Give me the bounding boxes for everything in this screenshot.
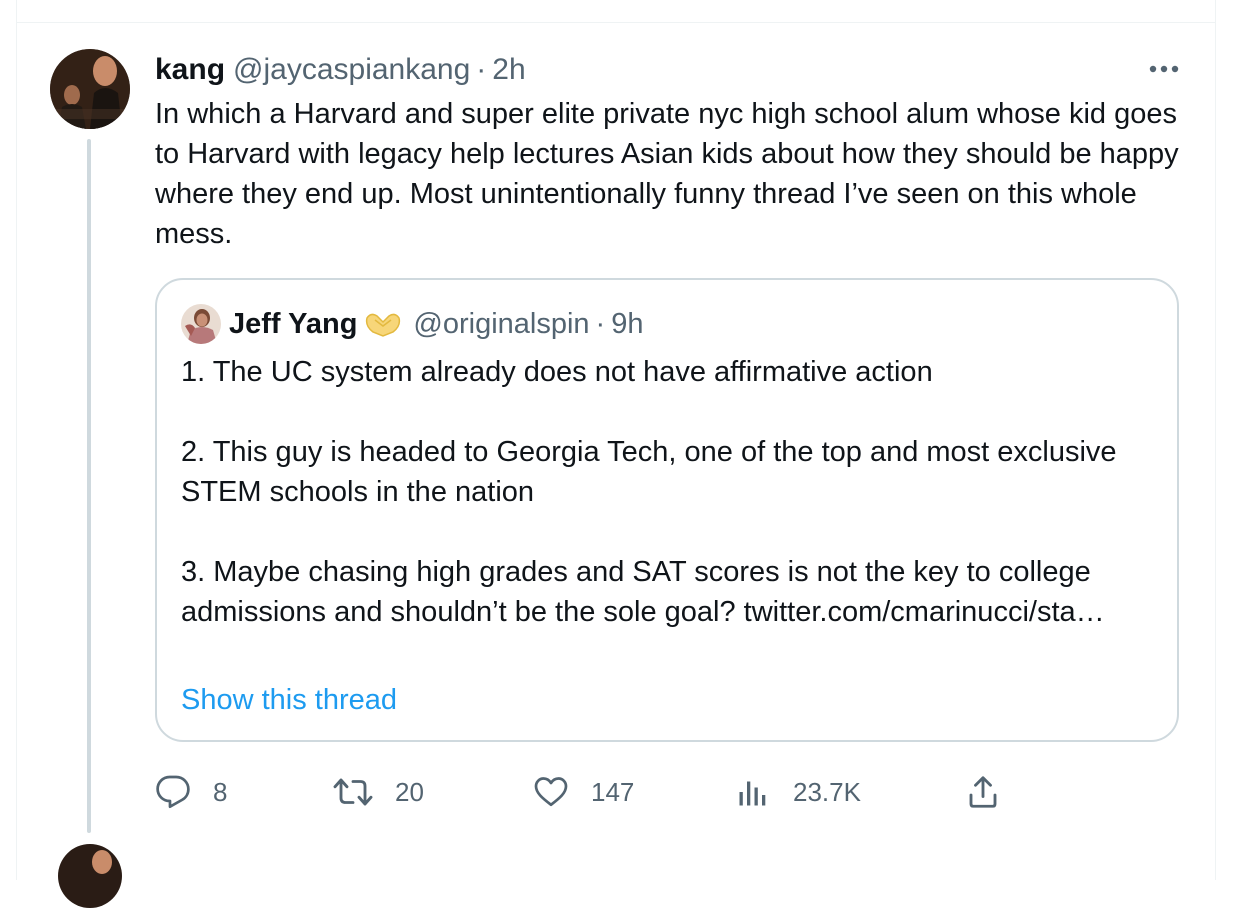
avatar-photo-icon	[181, 304, 221, 344]
reply-count: 8	[213, 776, 228, 807]
more-options-button[interactable]	[1146, 56, 1182, 82]
retweet-button[interactable]: 20	[333, 770, 424, 814]
views-button[interactable]: 23.7K	[735, 770, 861, 814]
retweet-icon	[333, 778, 373, 806]
meta-separator: ·	[476, 53, 487, 86]
avatar-photo-icon	[58, 844, 122, 908]
author-avatar[interactable]	[50, 49, 130, 129]
thread-connector-line	[87, 139, 91, 833]
heart-icon	[534, 777, 568, 807]
avatar-photo-icon	[50, 49, 130, 129]
quoted-paragraph: 1. The UC system already does not have a…	[181, 356, 933, 388]
share-icon	[969, 776, 997, 808]
retweet-count: 20	[395, 776, 424, 807]
tweet-header: kang @jaycaspiankang · 2h	[155, 51, 526, 89]
quoted-tweet-timestamp[interactable]: 9h	[611, 308, 643, 341]
author-name[interactable]: kang	[155, 53, 225, 87]
views-icon	[739, 781, 766, 806]
quoted-paragraph: 2. This guy is headed to Georgia Tech, o…	[181, 436, 1117, 508]
tweet-timestamp[interactable]: 2h	[492, 53, 525, 87]
divider	[16, 22, 1215, 23]
views-count: 23.7K	[793, 776, 861, 807]
quoted-tweet-card[interactable]: Jeff Yang @originalspin · 9h 1. The UC s…	[155, 278, 1179, 742]
meta-separator: ·	[595, 307, 606, 340]
quoted-tweet-body: 1. The UC system already does not have a…	[181, 352, 1161, 632]
next-tweet-author-avatar[interactable]	[58, 844, 122, 908]
reply-button[interactable]: 8	[155, 770, 227, 814]
show-thread-link[interactable]: Show this thread	[181, 682, 397, 718]
quoted-author-name[interactable]: Jeff Yang	[229, 308, 357, 341]
share-button[interactable]	[965, 770, 1001, 814]
tweet-action-bar: 8 20 147 23.7K	[155, 770, 1195, 814]
like-count: 147	[591, 776, 635, 807]
more-horizontal-icon	[1149, 65, 1179, 73]
reply-icon	[156, 775, 190, 809]
like-button[interactable]: 147	[533, 770, 634, 814]
tweet-body: In which a Harvard and super elite priva…	[155, 98, 1179, 250]
heart-hands-emoji-icon	[363, 310, 403, 338]
quoted-paragraph: 3. Maybe chasing high grades and SAT sco…	[181, 556, 1105, 628]
author-handle[interactable]: @jaycaspiankang	[233, 53, 470, 87]
quoted-tweet-header: Jeff Yang @originalspin · 9h	[229, 306, 643, 342]
quoted-author-avatar[interactable]	[181, 304, 221, 344]
quoted-author-handle[interactable]: @originalspin	[413, 308, 589, 341]
